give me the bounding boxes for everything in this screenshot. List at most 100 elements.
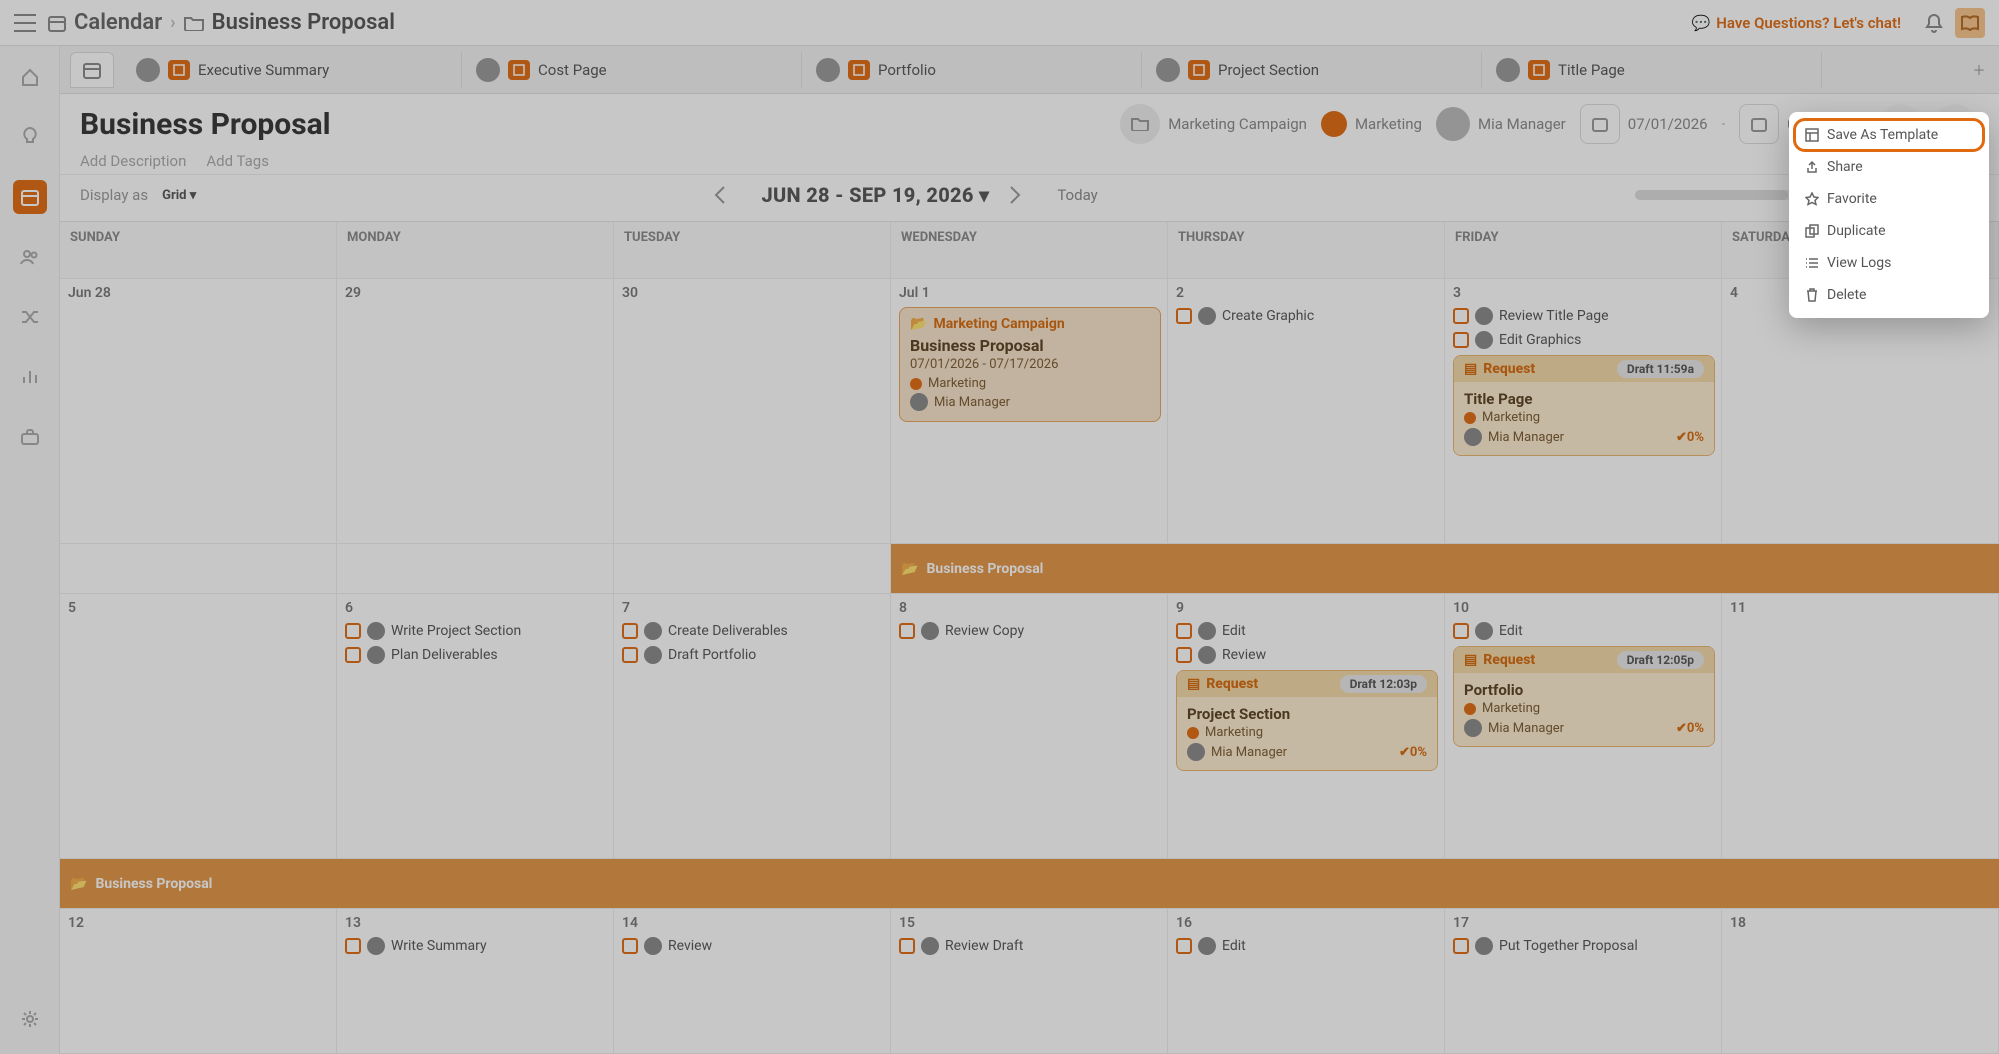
add-tags-link[interactable]: Add Tags xyxy=(206,152,269,170)
span-bar[interactable]: 📂Business Proposal xyxy=(60,544,1999,594)
task-row[interactable]: Edit xyxy=(1453,622,1715,640)
view-logs-item[interactable]: View Logs xyxy=(1795,248,1983,278)
folder-chip[interactable]: Marketing Campaign xyxy=(1120,104,1307,144)
checkbox-icon[interactable] xyxy=(622,938,638,954)
calendar-cell[interactable]: 2Create Graphic xyxy=(1168,279,1445,544)
calendar-cell[interactable]: 15Review Draft xyxy=(891,909,1168,1054)
calendar-cell[interactable]: 29 xyxy=(337,279,614,544)
task-row[interactable]: Create Deliverables xyxy=(622,622,884,640)
task-row[interactable]: Review xyxy=(622,937,884,955)
chat-label: Have Questions? Let's chat! xyxy=(1716,14,1901,32)
date-start-chip[interactable]: 07/01/2026 xyxy=(1580,104,1708,144)
breadcrumb-folder[interactable]: Business Proposal xyxy=(212,10,395,35)
calendar-cell[interactable]: 14Review xyxy=(614,909,891,1054)
left-rail xyxy=(0,46,60,1054)
checkbox-icon[interactable] xyxy=(1453,938,1469,954)
file-tab[interactable]: Project Section xyxy=(1142,52,1482,88)
task-row[interactable]: Edit xyxy=(1176,622,1438,640)
hamburger-icon[interactable] xyxy=(14,14,36,32)
calendar-cell[interactable]: 6Write Project SectionPlan Deliverables xyxy=(337,594,614,859)
calendar-cell[interactable]: 17Put Together Proposal xyxy=(1445,909,1722,1054)
file-tab[interactable]: Title Page xyxy=(1482,52,1822,88)
calendar-cell[interactable]: 13Write Summary xyxy=(337,909,614,1054)
calendar-rail-icon[interactable] xyxy=(13,180,47,214)
file-tab[interactable]: Portfolio xyxy=(802,52,1142,88)
checkbox-icon[interactable] xyxy=(899,938,915,954)
checkbox-icon[interactable] xyxy=(1176,308,1192,324)
event-card[interactable]: 📂Marketing CampaignBusiness Proposal07/0… xyxy=(899,307,1161,422)
calendar-cell[interactable]: 30 xyxy=(614,279,891,544)
task-row[interactable]: Create Graphic xyxy=(1176,307,1438,325)
next-range-button[interactable] xyxy=(1009,186,1037,204)
task-row[interactable]: Review Copy xyxy=(899,622,1161,640)
delete-item[interactable]: Delete xyxy=(1795,280,1983,310)
chart-icon[interactable] xyxy=(13,360,47,394)
calendar-view-tab[interactable] xyxy=(70,52,114,88)
calendar-cell[interactable]: Jun 28 xyxy=(60,279,337,544)
checkbox-icon[interactable] xyxy=(345,647,361,663)
lightbulb-icon[interactable] xyxy=(13,120,47,154)
checkbox-icon[interactable] xyxy=(1453,308,1469,324)
span-bar[interactable]: 📂Business Proposal xyxy=(60,859,1999,909)
task-row[interactable]: Plan Deliverables xyxy=(345,646,607,664)
add-tab-button[interactable]: ＋ xyxy=(1959,60,1999,79)
calendar-cell[interactable]: 9EditReview▤RequestDraft 12:03pProject S… xyxy=(1168,594,1445,859)
task-row[interactable]: Write Project Section xyxy=(345,622,607,640)
request-card[interactable]: ▤RequestDraft 12:03pProject SectionMarke… xyxy=(1176,670,1438,771)
file-tab[interactable]: Cost Page xyxy=(462,52,802,88)
book-icon[interactable] xyxy=(1955,8,1985,38)
checkbox-icon[interactable] xyxy=(622,647,638,663)
checkbox-icon[interactable] xyxy=(1453,332,1469,348)
people-icon[interactable] xyxy=(13,240,47,274)
task-row[interactable]: Put Together Proposal xyxy=(1453,937,1715,955)
favorite-item[interactable]: Favorite xyxy=(1795,184,1983,214)
duplicate-item[interactable]: Duplicate xyxy=(1795,216,1983,246)
avatar-icon xyxy=(921,937,939,955)
gear-icon[interactable] xyxy=(13,1002,47,1036)
task-row[interactable]: Draft Portfolio xyxy=(622,646,884,664)
briefcase-icon[interactable] xyxy=(13,420,47,454)
calendar-cell[interactable]: 3Review Title PageEdit Graphics▤RequestD… xyxy=(1445,279,1722,544)
checkbox-icon[interactable] xyxy=(1176,623,1192,639)
calendar-cell[interactable]: 8Review Copy xyxy=(891,594,1168,859)
add-description-link[interactable]: Add Description xyxy=(80,152,186,170)
prev-range-button[interactable] xyxy=(714,186,742,204)
checkbox-icon[interactable] xyxy=(899,623,915,639)
checkbox-icon[interactable] xyxy=(1176,647,1192,663)
calendar-cell[interactable]: 11 xyxy=(1722,594,1999,859)
request-card[interactable]: ▤RequestDraft 12:05pPortfolioMarketingMi… xyxy=(1453,646,1715,747)
date-range-label[interactable]: JUN 28 - SEP 19, 2026 ▾ xyxy=(762,183,990,207)
calendar-cell[interactable]: 7Create DeliverablesDraft Portfolio xyxy=(614,594,891,859)
task-row[interactable]: Review Draft xyxy=(899,937,1161,955)
bell-icon[interactable] xyxy=(1925,13,1943,33)
checkbox-icon[interactable] xyxy=(345,938,361,954)
task-row[interactable]: Review xyxy=(1176,646,1438,664)
breadcrumb-calendar[interactable]: Calendar xyxy=(74,10,162,35)
calendar-cell[interactable]: 4 xyxy=(1722,279,1999,544)
request-card[interactable]: ▤RequestDraft 11:59aTitle PageMarketingM… xyxy=(1453,355,1715,456)
file-tab[interactable]: Executive Summary xyxy=(122,52,462,88)
task-row[interactable]: Edit xyxy=(1176,937,1438,955)
checkbox-icon[interactable] xyxy=(622,623,638,639)
tag-chip[interactable]: Marketing xyxy=(1321,111,1422,137)
task-row[interactable]: Write Summary xyxy=(345,937,607,955)
chat-link[interactable]: 💬 Have Questions? Let's chat! xyxy=(1692,14,1901,32)
calendar-cell[interactable]: 5 xyxy=(60,594,337,859)
checkbox-icon[interactable] xyxy=(1453,623,1469,639)
task-row[interactable]: Edit Graphics xyxy=(1453,331,1715,349)
shuffle-icon[interactable] xyxy=(13,300,47,334)
share-item[interactable]: Share xyxy=(1795,152,1983,182)
view-mode-toggle[interactable]: Grid ▾ xyxy=(162,188,196,203)
calendar-cell[interactable]: 10Edit▤RequestDraft 12:05pPortfolioMarke… xyxy=(1445,594,1722,859)
calendar-cell[interactable]: 12 xyxy=(60,909,337,1054)
assignee-chip[interactable]: Mia Manager xyxy=(1436,107,1566,141)
today-button[interactable]: Today xyxy=(1057,186,1097,204)
home-icon[interactable] xyxy=(13,60,47,94)
save-as-template-item[interactable]: Save As Template xyxy=(1795,120,1983,150)
calendar-cell[interactable]: 18 xyxy=(1722,909,1999,1054)
task-row[interactable]: Review Title Page xyxy=(1453,307,1715,325)
calendar-cell[interactable]: 16Edit xyxy=(1168,909,1445,1054)
calendar-cell[interactable]: Jul 1📂Marketing CampaignBusiness Proposa… xyxy=(891,279,1168,544)
checkbox-icon[interactable] xyxy=(1176,938,1192,954)
checkbox-icon[interactable] xyxy=(345,623,361,639)
